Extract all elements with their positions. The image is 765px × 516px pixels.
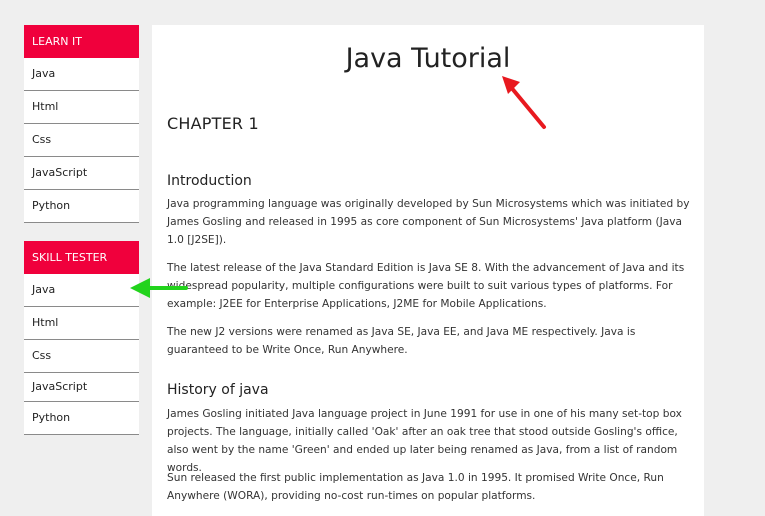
skill-tester-panel: SKILL TESTER Java Html Css JavaScript Py… <box>24 241 139 435</box>
learn-it-panel: LEARN IT Java Html Css JavaScript Python <box>24 25 139 223</box>
introduction-heading: Introduction <box>167 173 252 189</box>
learn-item-python[interactable]: Python <box>24 190 139 223</box>
page-title: Java Tutorial <box>345 43 511 74</box>
intro-paragraph-3: The new J2 versions were renamed as Java… <box>167 326 636 356</box>
skill-tester-header: SKILL TESTER <box>24 241 139 274</box>
history-heading: History of java <box>167 382 269 398</box>
skill-item-html[interactable]: Html <box>24 307 139 340</box>
history-paragraph-1: James Gosling initiated Java language pr… <box>167 408 682 474</box>
learn-it-header: LEARN IT <box>24 25 139 58</box>
intro-paragraph-1: Java programming language was originally… <box>167 198 690 246</box>
main-content: Java Tutorial CHAPTER 1 Introduction Jav… <box>152 25 704 516</box>
history-paragraph-2: Sun released the first public implementa… <box>167 472 664 502</box>
learn-item-html[interactable]: Html <box>24 91 139 124</box>
skill-item-python[interactable]: Python <box>24 402 139 435</box>
skill-item-css[interactable]: Css <box>24 340 139 373</box>
skill-item-javascript[interactable]: JavaScript <box>24 373 139 402</box>
learn-item-javascript[interactable]: JavaScript <box>24 157 139 190</box>
learn-item-java[interactable]: Java <box>24 58 139 91</box>
skill-item-java[interactable]: Java <box>24 274 139 307</box>
intro-paragraph-2: The latest release of the Java Standard … <box>167 262 685 310</box>
learn-item-css[interactable]: Css <box>24 124 139 157</box>
chapter-heading: CHAPTER 1 <box>167 114 259 133</box>
